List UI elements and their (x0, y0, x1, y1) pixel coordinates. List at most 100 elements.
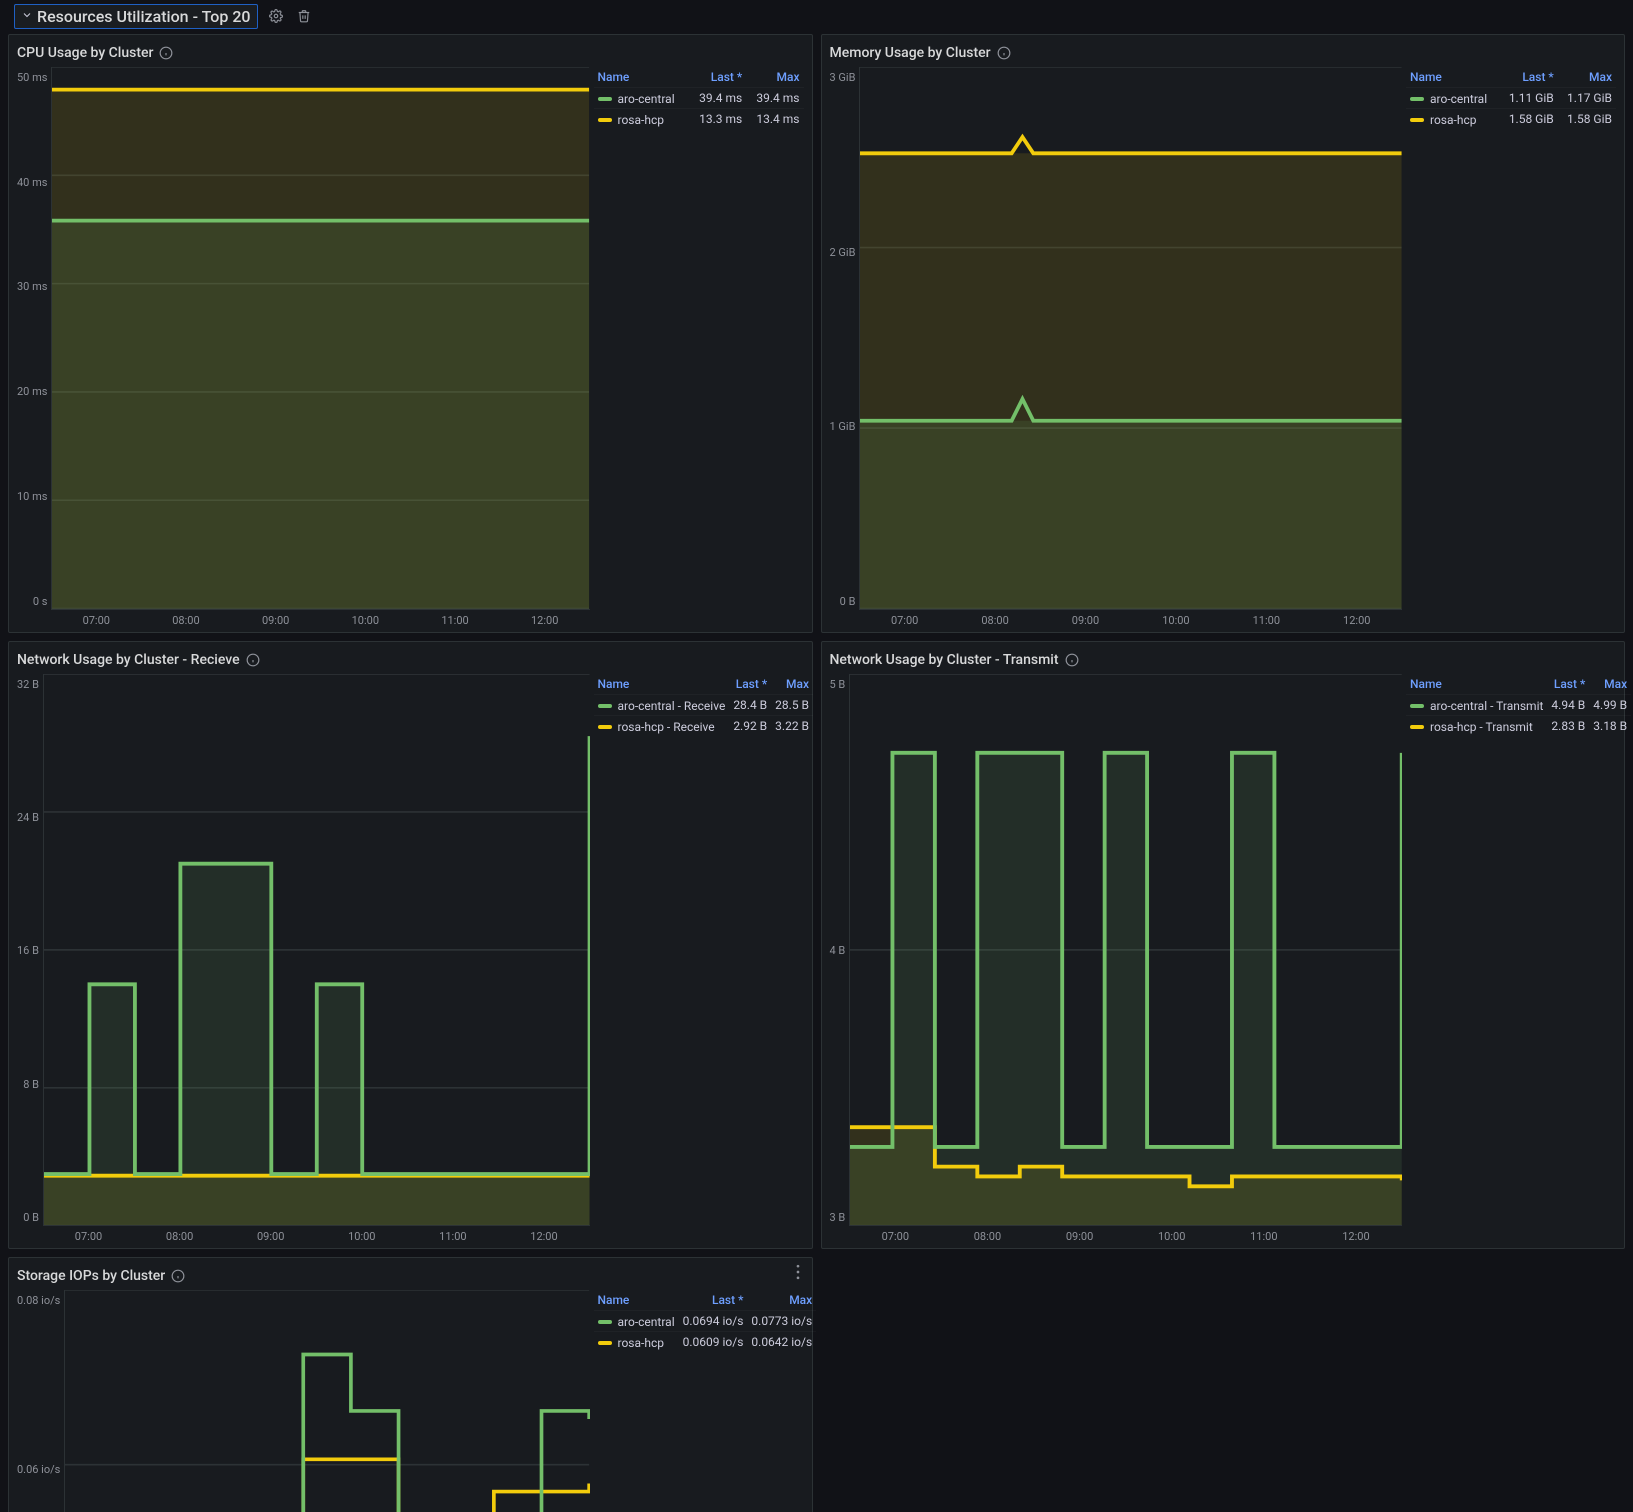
y-tick: 0 s (33, 595, 48, 608)
panel-body: 0.08 io/s0.06 io/s0.04 io/s0.02 io/s 07:… (9, 1288, 812, 1512)
swatch-green (598, 704, 612, 708)
x-tick: 11:00 (410, 614, 500, 628)
chart-canvas[interactable] (64, 1290, 589, 1512)
info-icon[interactable] (997, 46, 1011, 60)
legend-header-last[interactable]: Last * (679, 1290, 748, 1311)
legend-max: 0.0642 io/s (747, 1332, 816, 1353)
panel-header[interactable]: CPU Usage by Cluster (9, 35, 812, 65)
row-delete-button[interactable] (294, 6, 314, 26)
swatch-yellow (598, 1341, 612, 1345)
x-tick: 07:00 (859, 614, 949, 628)
plot-area: 5 B4 B3 B 07:0008:0009:0010:0011:0012:00 (830, 674, 1403, 1245)
chart-canvas[interactable] (51, 67, 589, 610)
row-settings-button[interactable] (266, 6, 286, 26)
legend-row[interactable]: aro-central 39.4 ms 39.4 ms (594, 88, 804, 109)
panel-header[interactable]: Storage IOPs by Cluster (9, 1258, 812, 1288)
legend: Name Last * Max aro-central - Transmit 4… (1406, 674, 1616, 1245)
swatch-green (598, 1320, 612, 1324)
panel-menu-button[interactable] (788, 1262, 808, 1282)
info-icon[interactable] (171, 1269, 185, 1283)
panel-header[interactable]: Network Usage by Cluster - Recieve (9, 642, 812, 672)
legend-row[interactable]: aro-central - Receive 28.4 B 28.5 B (594, 694, 814, 715)
legend-row[interactable]: rosa-hcp 0.0609 io/s 0.0642 io/s (594, 1332, 817, 1353)
chart-canvas[interactable] (43, 674, 590, 1227)
y-tick: 0.06 io/s (17, 1463, 60, 1476)
legend-last: 2.92 B (729, 715, 771, 736)
legend-header-last[interactable]: Last * (729, 674, 771, 695)
panel-title: Network Usage by Cluster - Recieve (17, 652, 240, 668)
legend-header-max[interactable]: Max (1589, 674, 1631, 695)
legend-row[interactable]: rosa-hcp - Transmit 2.83 B 3.18 B (1406, 715, 1631, 736)
panel-title: Storage IOPs by Cluster (17, 1268, 165, 1284)
y-tick: 3 GiB (830, 71, 856, 84)
plot-area: 0.08 io/s0.06 io/s0.04 io/s0.02 io/s 07:… (17, 1290, 590, 1512)
legend-last: 13.3 ms (689, 109, 746, 130)
y-tick: 30 ms (17, 280, 47, 293)
legend-max: 0.0773 io/s (747, 1311, 816, 1332)
x-tick: 07:00 (849, 1230, 941, 1244)
legend-last: 4.94 B (1547, 694, 1589, 715)
swatch-green (598, 97, 612, 101)
legend-row[interactable]: aro-central 1.11 GiB 1.17 GiB (1406, 88, 1616, 109)
legend-header-last[interactable]: Last * (1547, 674, 1589, 695)
panel-header[interactable]: Memory Usage by Cluster (822, 35, 1625, 65)
y-axis: 5 B 4 B 3 B (830, 674, 850, 1245)
y-tick: 2 GiB (830, 246, 856, 259)
legend-last: 1.58 GiB (1500, 109, 1558, 130)
legend-header-max[interactable]: Max (771, 674, 813, 695)
row-toggle[interactable]: Resources Utilization - Top 20 (14, 4, 258, 29)
plot-area: 32 B24 B16 B8 B0 B 07:0008:0009:0010:001… (17, 674, 590, 1245)
legend-row[interactable]: aro-central 0.0694 io/s 0.0773 io/s (594, 1311, 817, 1332)
legend-header-name[interactable]: Name (594, 1290, 679, 1311)
x-tick: 11:00 (1218, 1230, 1310, 1244)
legend-header-max[interactable]: Max (747, 1290, 816, 1311)
legend-header-name[interactable]: Name (1406, 674, 1547, 695)
legend-series-name: rosa-hcp (598, 113, 664, 127)
swatch-yellow (1410, 725, 1424, 729)
x-tick: 07:00 (51, 614, 141, 628)
swatch-yellow (1410, 118, 1424, 122)
legend-series-name: rosa-hcp - Receive (598, 720, 715, 734)
chart-canvas[interactable] (859, 67, 1402, 610)
panel-cpu: CPU Usage by Cluster 50 ms40 ms30 ms20 m… (8, 34, 813, 633)
legend-row[interactable]: rosa-hcp 1.58 GiB 1.58 GiB (1406, 109, 1616, 130)
x-tick: 12:00 (500, 614, 590, 628)
legend-header-name[interactable]: Name (594, 67, 689, 88)
y-tick: 5 B (830, 678, 846, 691)
x-tick: 09:00 (225, 1230, 316, 1244)
info-icon[interactable] (159, 46, 173, 60)
legend-header-last[interactable]: Last * (689, 67, 746, 88)
legend-header-max[interactable]: Max (1558, 67, 1616, 88)
y-axis: 0.08 io/s0.06 io/s0.04 io/s0.02 io/s (17, 1290, 64, 1512)
row-title: Resources Utilization - Top 20 (37, 7, 251, 26)
legend-series-name: aro-central (598, 1315, 675, 1329)
legend-row[interactable]: rosa-hcp - Receive 2.92 B 3.22 B (594, 715, 814, 736)
panel-header[interactable]: Network Usage by Cluster - Transmit (822, 642, 1625, 672)
y-tick: 3 B (830, 1211, 846, 1224)
swatch-yellow (598, 725, 612, 729)
chart-canvas[interactable] (849, 674, 1402, 1227)
legend-row[interactable]: aro-central - Transmit 4.94 B 4.99 B (1406, 694, 1631, 715)
y-tick: 8 B (23, 1078, 39, 1091)
y-tick: 10 ms (17, 490, 47, 503)
legend-row[interactable]: rosa-hcp 13.3 ms 13.4 ms (594, 109, 804, 130)
x-tick: 10:00 (320, 614, 410, 628)
legend-max: 1.58 GiB (1558, 109, 1616, 130)
legend-header-max[interactable]: Max (746, 67, 803, 88)
legend-series-name: rosa-hcp - Transmit (1410, 720, 1533, 734)
swatch-yellow (598, 118, 612, 122)
info-icon[interactable] (246, 653, 260, 667)
x-tick: 10:00 (1126, 1230, 1218, 1244)
y-tick: 16 B (17, 944, 39, 957)
x-axis: 07:0008:0009:0010:0011:0012:00 (43, 1226, 590, 1244)
panel-title: CPU Usage by Cluster (17, 45, 153, 61)
legend-header-last[interactable]: Last * (1500, 67, 1558, 88)
y-tick: 40 ms (17, 176, 47, 189)
y-tick: 4 B (830, 944, 846, 957)
info-icon[interactable] (1065, 653, 1079, 667)
legend-header-name[interactable]: Name (594, 674, 730, 695)
x-tick: 10:00 (316, 1230, 407, 1244)
x-tick: 12:00 (1312, 614, 1402, 628)
y-tick: 24 B (17, 811, 39, 824)
legend-header-name[interactable]: Name (1406, 67, 1500, 88)
